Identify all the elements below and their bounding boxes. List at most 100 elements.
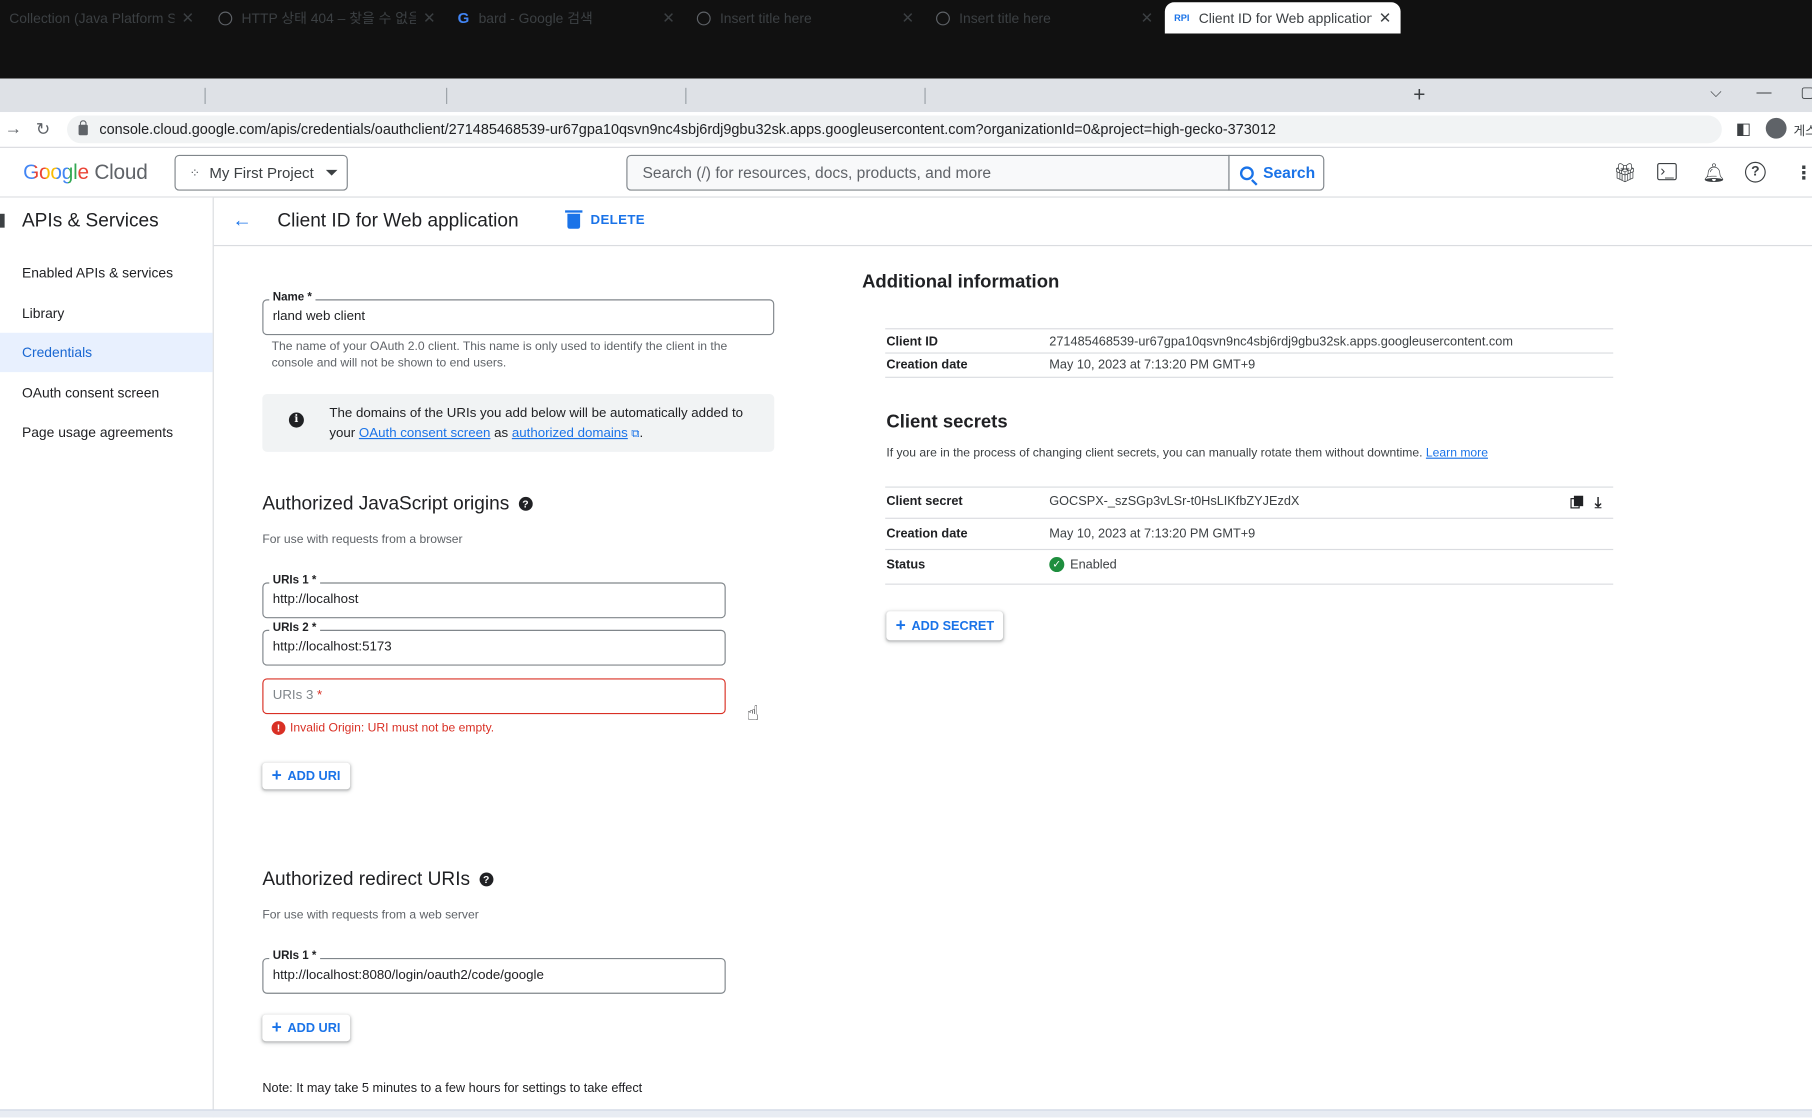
add-uri-label: ADD URI — [287, 769, 341, 783]
globe-icon — [696, 10, 711, 25]
js-origins-subtitle: For use with requests from a browser — [262, 532, 463, 547]
js-origin-uri-3[interactable]: URIs 3 * — [262, 678, 726, 715]
browser-tab-1[interactable]: Collection (Java Platform SE 8 ) ✕ — [0, 2, 203, 33]
search-button-label: Search — [1263, 164, 1316, 182]
logo-cloud: Cloud — [94, 160, 148, 184]
learn-more-link[interactable]: Learn more — [1426, 446, 1488, 460]
project-icon: ⁘ — [189, 166, 201, 181]
uri-error-text: Invalid Origin: URI must not be empty. — [290, 721, 495, 735]
add-uri-label: ADD URI — [287, 1020, 341, 1035]
tab-close-icon[interactable]: ✕ — [182, 9, 195, 27]
secret-creation-date-value: May 10, 2023 at 7:13:20 PM GMT+9 — [1049, 526, 1256, 541]
reload-icon[interactable]: ↻ — [36, 119, 51, 140]
check-circle-icon: ✓ — [1049, 556, 1065, 573]
help-icon[interactable]: ? — [1744, 161, 1766, 183]
google-cloud-logo[interactable]: Google Cloud — [23, 160, 148, 185]
back-arrow-icon[interactable]: ← — [232, 209, 252, 232]
minimize-icon[interactable]: — — [1757, 83, 1772, 100]
new-tab-button[interactable]: + — [1413, 83, 1425, 107]
row-divider — [885, 548, 1614, 551]
browser-tab-2[interactable]: HTTP 상태 404 – 찾을 수 없음 ✕ — [209, 2, 445, 33]
tab-close-icon[interactable]: ✕ — [1141, 9, 1154, 27]
sidebar-item-oauth-consent[interactable]: OAuth consent screen — [0, 373, 213, 412]
header-divider — [213, 244, 1812, 247]
help-icon[interactable]: ? — [479, 872, 494, 887]
logo-google: Google — [23, 160, 89, 184]
delete-button[interactable]: DELETE — [565, 210, 646, 229]
search-button[interactable]: Search — [1228, 154, 1325, 191]
google-icon: G — [457, 9, 470, 27]
info-text-part: . — [639, 426, 644, 441]
bell-icon[interactable]: 🔔︎ — [1702, 162, 1725, 185]
secret-creation-date-key: Creation date — [886, 526, 968, 541]
add-redirect-uri-button[interactable]: + ADD URI — [262, 1014, 350, 1042]
project-selector[interactable]: ⁘ My First Project — [174, 154, 348, 191]
sidebar-item-enabled-apis[interactable]: Enabled APIs & services — [0, 253, 213, 292]
address-bar[interactable]: console.cloud.google.com/apis/credential… — [67, 115, 1722, 144]
add-secret-button[interactable]: + ADD SECRET — [886, 611, 1004, 641]
profile-avatar[interactable] — [1765, 117, 1787, 139]
browser-tab-5[interactable]: Insert title here ✕ — [927, 2, 1163, 33]
help-icon[interactable]: ? — [518, 496, 533, 511]
download-icon[interactable]: ⤓ — [1595, 493, 1602, 511]
tab-close-icon[interactable]: ✕ — [1379, 9, 1392, 27]
tab-search-chevron-icon[interactable]: ⌵ — [1710, 83, 1721, 101]
delete-label: DELETE — [590, 213, 646, 228]
browser-tab-3[interactable]: G bard - Google 검색 ✕ — [448, 2, 684, 33]
js-origins-title: Authorized JavaScript origins — [262, 493, 510, 515]
uri-label: URIs 1 * — [269, 949, 320, 963]
gift-icon[interactable]: 🎁︎ — [1613, 162, 1636, 185]
status-key: Status — [886, 558, 926, 573]
client-id-key: Client ID — [886, 335, 938, 349]
project-name: My First Project — [209, 164, 314, 182]
caret-down-icon — [325, 169, 337, 176]
uri-value: http://localhost:8080/login/oauth2/code/… — [272, 968, 544, 983]
error-icon: ! — [271, 721, 286, 735]
authorized-domains-link[interactable]: authorized domains — [512, 426, 628, 440]
oauth-consent-link[interactable]: OAuth consent screen — [359, 426, 491, 440]
search-placeholder: Search (/) for resources, docs, products… — [642, 164, 992, 182]
uri-placeholder: URIs 3 * — [273, 689, 323, 703]
browser-tab-active[interactable]: RPI Client ID for Web application – ✕ — [1164, 2, 1401, 34]
trash-icon — [565, 210, 583, 229]
browser-tab-strip — [0, 78, 1812, 113]
nav-menu-icon[interactable] — [0, 213, 5, 228]
side-panel-icon[interactable]: ◧ — [1736, 119, 1751, 139]
tab-close-icon[interactable]: ✕ — [901, 9, 914, 27]
uri-error-message: ! Invalid Origin: URI must not be empty. — [271, 721, 495, 735]
cloud-shell-icon[interactable]: ›_ — [1657, 162, 1677, 181]
settings-note: Note: It may take 5 minutes to a few hou… — [262, 1081, 643, 1096]
forward-icon[interactable]: → — [5, 119, 22, 139]
tab-title: Insert title here — [959, 9, 1051, 27]
maximize-icon[interactable]: ▢ — [1800, 83, 1812, 101]
info-text-part: as — [490, 426, 512, 441]
more-vert-icon[interactable]: ⋮ — [1795, 162, 1812, 185]
add-js-origin-button[interactable]: + ADD URI — [262, 762, 350, 790]
redirect-uris-title: Authorized redirect URIs — [262, 869, 471, 890]
sidebar-title: APIs & Services — [21, 210, 159, 232]
redirect-uris-subtitle: For use with requests from a web server — [262, 908, 479, 923]
search-input[interactable]: Search (/) for resources, docs, products… — [626, 154, 1230, 191]
sidebar-item-library[interactable]: Library — [0, 294, 213, 333]
copy-icon-front — [1573, 495, 1584, 507]
tab-separator — [924, 87, 926, 105]
lock-icon — [78, 119, 88, 135]
js-origin-uri-2[interactable]: URIs 2 * http://localhost:5173 — [262, 621, 726, 666]
tab-close-icon[interactable]: ✕ — [423, 9, 436, 27]
search-icon — [1239, 165, 1254, 180]
tab-title: bard - Google 검색 — [478, 10, 593, 27]
sidebar-item-page-usage[interactable]: Page usage agreements — [0, 413, 213, 452]
tab-close-icon[interactable]: ✕ — [662, 9, 675, 27]
api-icon: RPI — [1174, 12, 1190, 24]
page-title: Client ID for Web application — [277, 210, 519, 232]
secrets-subtitle-text: If you are in the process of changing cl… — [886, 446, 1426, 460]
tab-separator — [204, 87, 206, 105]
redirect-uri-1[interactable]: URIs 1 * http://localhost:8080/login/oau… — [262, 949, 726, 994]
js-origin-uri-1[interactable]: URIs 1 * http://localhost — [262, 574, 726, 619]
info-icon: i — [288, 412, 304, 428]
browser-tab-4[interactable]: Insert title here ✕ — [688, 2, 924, 33]
name-field-label: Name * — [269, 291, 316, 304]
name-field[interactable]: Name * rland web client — [262, 291, 775, 336]
sidebar-item-credentials[interactable]: Credentials — [0, 332, 213, 373]
copy-icon[interactable] — [1570, 495, 1584, 510]
